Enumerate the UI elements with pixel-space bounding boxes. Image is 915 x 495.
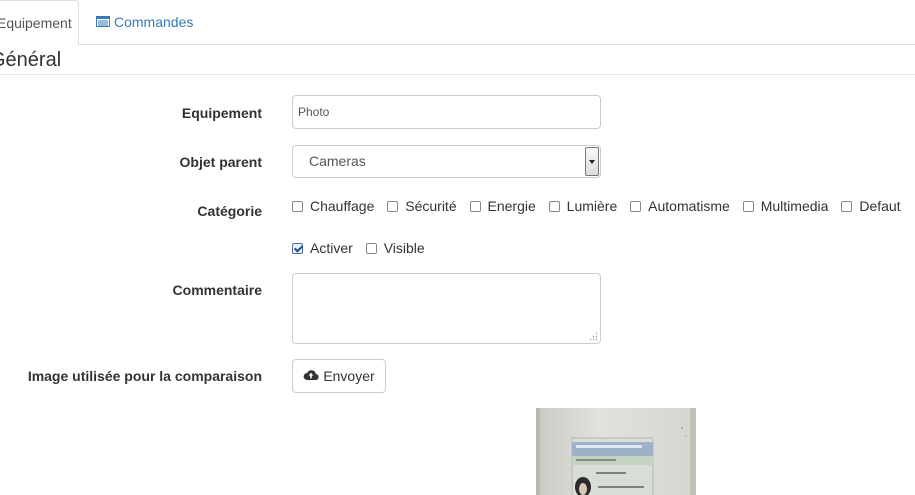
category-securite[interactable]: Sécurité [387,198,457,214]
equipement-label: Equipement [181,105,262,121]
chevron-down-icon [589,160,595,164]
category-chauffage[interactable]: Chauffage [292,198,374,214]
category-lumiere[interactable]: Lumière [548,198,618,214]
activer-option[interactable]: Activer [292,240,353,256]
category-lumiere-checkbox[interactable] [548,200,560,212]
category-defaut-label: Defaut [859,198,901,214]
commentaire-label: Commentaire [172,282,262,298]
cloud-upload-icon [303,368,319,384]
category-defaut[interactable]: Defaut [841,198,901,214]
upload-button-label: Envoyer [323,368,375,384]
category-energie[interactable]: Energie [469,198,536,214]
tab-equipement[interactable]: Equipement [0,0,79,45]
objet-parent-selected-value: Cameras [309,153,366,169]
resize-grip-icon[interactable] [589,332,598,341]
category-multimedia[interactable]: Multimedia [742,198,829,214]
categorie-label: Catégorie [197,203,262,219]
section-legend: Général [0,49,62,71]
category-defaut-checkbox[interactable] [841,200,853,212]
equipement-name-input[interactable] [292,95,601,129]
visible-option[interactable]: Visible [365,240,425,256]
category-energie-label: Energie [487,198,536,214]
category-multimedia-label: Multimedia [760,198,829,214]
tab-commandes-label: Commandes [114,14,194,30]
category-securite-label: Sécurité [405,198,457,214]
category-chauffage-label: Chauffage [310,198,375,214]
upload-button[interactable]: Envoyer [292,359,386,393]
category-lumiere-label: Lumière [566,198,618,214]
section-divider [0,74,915,75]
tab-bar: Equipement Commandes [0,0,915,45]
visible-checkbox[interactable] [365,242,377,254]
status-checkbox-group: Activer Visible [292,240,434,257]
activer-label: Activer [310,240,353,256]
comparison-image-preview [536,408,696,495]
category-chauffage-checkbox[interactable] [292,200,303,212]
commentaire-textarea[interactable] [292,273,601,344]
list-icon [96,0,110,44]
select-dropdown-button[interactable] [585,147,599,176]
objet-parent-select[interactable]: Cameras [292,145,601,178]
category-automatisme-label: Automatisme [648,198,730,214]
categorie-checkbox-group: Chauffage Sécurité Energie Lumière Autom… [292,198,910,215]
category-energie-checkbox[interactable] [469,200,481,212]
category-multimedia-checkbox[interactable] [742,200,754,212]
tab-commandes[interactable]: Commandes [96,0,193,44]
image-comparison-label: Image utilisée pour la comparaison [27,368,262,384]
activer-checkbox[interactable] [292,242,303,254]
category-automatisme[interactable]: Automatisme [630,198,730,214]
tab-equipement-label: Equipement [0,15,72,31]
category-automatisme-checkbox[interactable] [630,200,642,212]
visible-label: Visible [383,240,425,256]
objet-parent-label: Objet parent [179,154,262,170]
category-securite-checkbox[interactable] [387,200,399,212]
